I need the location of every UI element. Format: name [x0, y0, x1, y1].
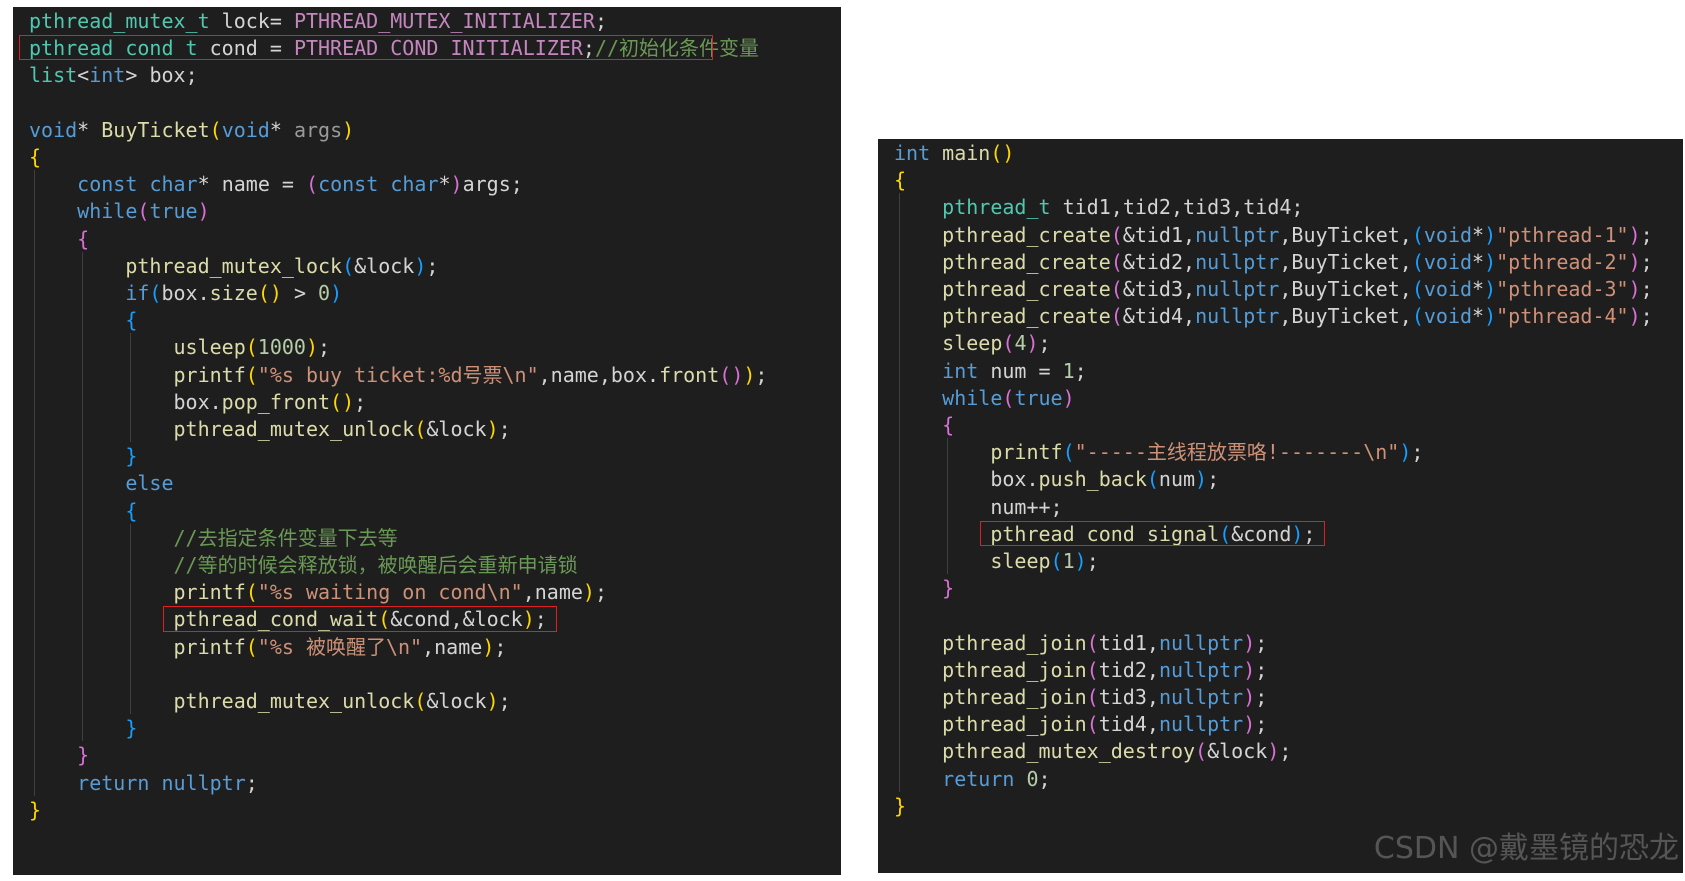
code-line: void* BuyTicket(void* args)	[29, 117, 355, 142]
highlight-box	[980, 520, 1326, 546]
code-line: pthread_mutex_destroy(&lock);	[942, 739, 1292, 764]
code-line: else	[125, 471, 174, 496]
code-line: pthread_join(tid4,nullptr);	[942, 712, 1268, 737]
code-line: box.push_back(num);	[990, 467, 1220, 492]
code-line: pthread_create(&tid4,nullptr,BuyTicket,(…	[942, 304, 1653, 329]
watermark: CSDN @戴墨镜的恐龙	[1373, 831, 1679, 866]
code-line: int num = 1;	[942, 358, 1087, 383]
code-line: }	[125, 444, 138, 469]
code-line: pthread_mutex_unlock(&lock);	[173, 689, 511, 713]
code-line: usleep(1000);	[173, 335, 331, 360]
code-line: sleep(1);	[990, 549, 1099, 573]
code-line: {	[942, 413, 955, 437]
code-line: printf("%s buy ticket:%d号票\n",name,box.f…	[173, 362, 768, 387]
code-line: pthread_t tid1,tid2,tid3,tid4;	[942, 195, 1304, 220]
code-line: return 0;	[942, 766, 1051, 791]
code-line: pthread_create(&tid3,nullptr,BuyTicket,(…	[942, 277, 1653, 301]
code-line: pthread_mutex_unlock(&lock);	[173, 417, 511, 441]
code-line: box.pop_front();	[173, 389, 367, 414]
code-line: }	[894, 793, 907, 818]
highlight-box	[163, 606, 557, 632]
code-line: num++;	[990, 494, 1063, 519]
code-panel-right: int main() { pthread_t tid1,tid2,tid3,tid…	[878, 139, 1683, 873]
code-line: {	[29, 145, 42, 169]
code-line: int main()	[894, 141, 1015, 165]
code-line: {	[125, 498, 138, 523]
indent-guide	[82, 251, 84, 742]
indent-guide	[34, 170, 35, 796]
code-line: pthread_join(tid2,nullptr);	[942, 657, 1268, 682]
code-panel-left: pthread_mutex_t lock= PTHREAD_MUTEX_INIT…	[13, 7, 841, 875]
code-line: if(box.size() > 0)	[125, 281, 343, 305]
code-line: {	[77, 226, 90, 251]
code-line: }	[125, 716, 138, 741]
code-line: printf("-----主线程放票咯!-------\n");	[990, 440, 1424, 465]
indent-guide	[947, 438, 949, 575]
code-line: pthread_join(tid1,nullptr);	[942, 630, 1268, 655]
code-line: list<int> box;	[29, 63, 198, 88]
code-line: return nullptr;	[77, 770, 258, 795]
code-line: }	[29, 797, 42, 822]
code-line: pthread_create(&tid1,nullptr,BuyTicket,(…	[942, 222, 1653, 247]
code-line: pthread_create(&tid2,nullptr,BuyTicket,(…	[942, 249, 1653, 274]
code-line: {	[894, 168, 907, 193]
code-line: while(true)	[77, 199, 210, 224]
code-line: const char* name = (const char*)args;	[77, 172, 523, 197]
code-line: //去指定条件变量下去等	[173, 525, 398, 550]
code-line: pthread_mutex_lock(&lock);	[125, 253, 439, 278]
code-line: }	[942, 576, 955, 601]
code-line: }	[77, 743, 90, 768]
code-line: {	[125, 308, 138, 333]
highlight-box	[19, 35, 714, 61]
code-line: printf("%s waiting on cond\n",name);	[173, 580, 608, 605]
code-line: pthread_join(tid3,nullptr);	[942, 685, 1268, 709]
code-line: //等的时候会释放锁，被唤醒后会重新申请锁	[173, 553, 578, 577]
indent-guide	[130, 333, 132, 443]
code-line: printf("%s 被唤醒了\n",name);	[173, 634, 507, 659]
indent-guide	[130, 523, 132, 715]
code-line: sleep(4);	[942, 331, 1051, 356]
code-line: pthread_mutex_t lock= PTHREAD_MUTEX_INIT…	[29, 9, 608, 33]
indent-guide	[899, 193, 900, 792]
code-line: while(true)	[942, 385, 1075, 410]
